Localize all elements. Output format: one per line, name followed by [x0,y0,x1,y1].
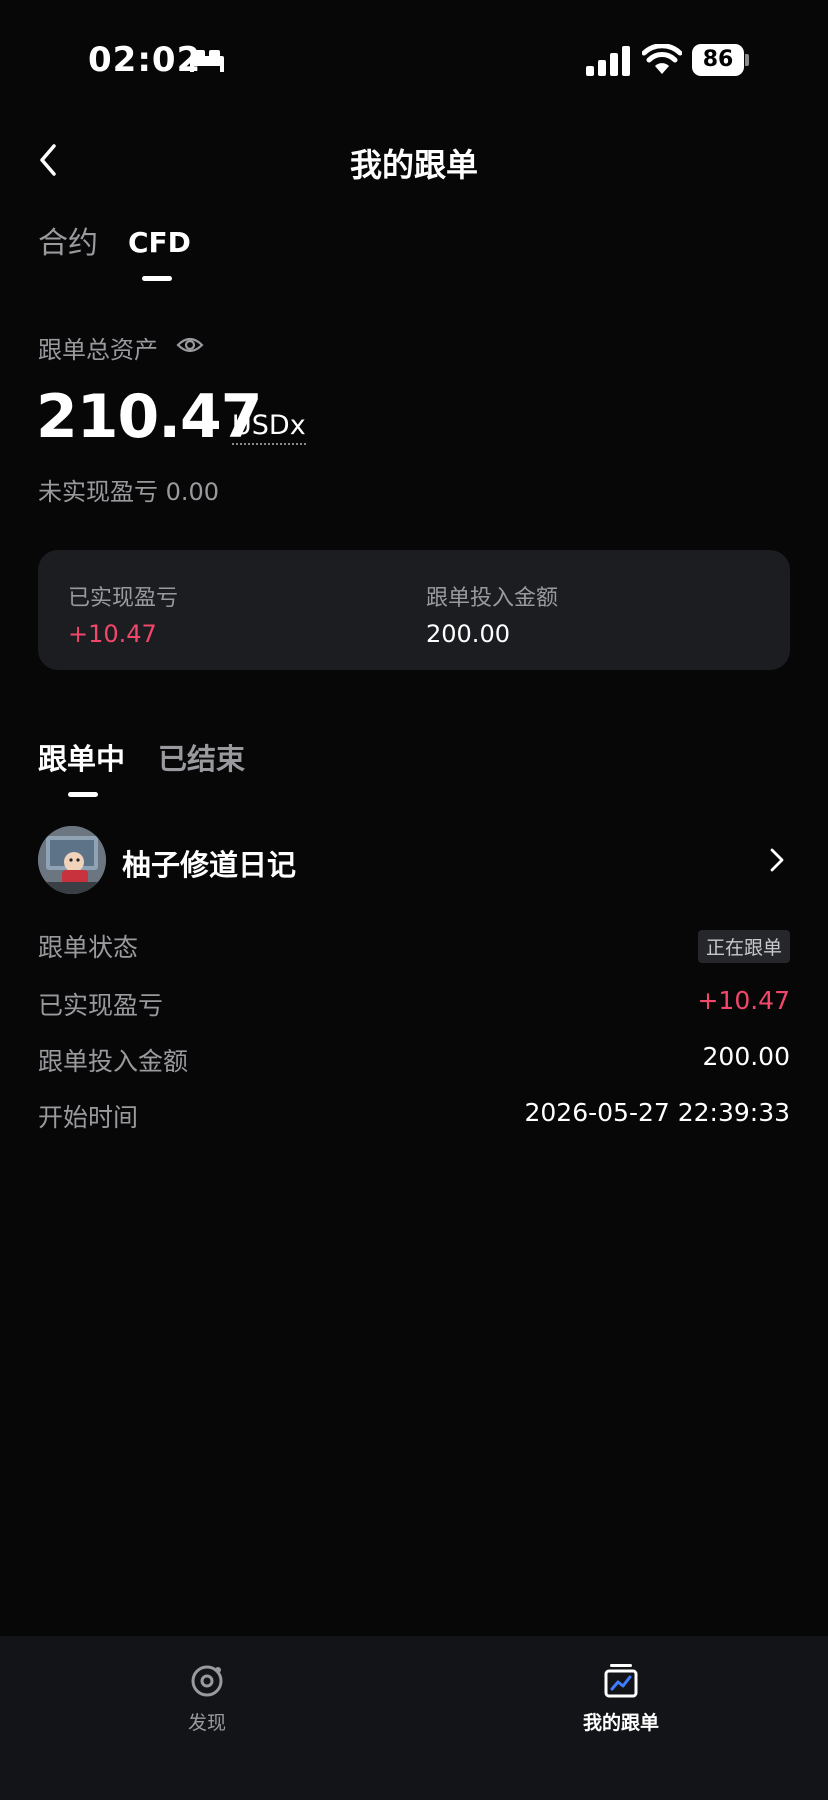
detail-invested-value: 200.00 [702,1042,790,1071]
bottom-navigation: 发现 我的跟单 [0,1636,828,1800]
detail-realized-label: 已实现盈亏 [38,991,164,1020]
copy-status-label: 跟单状态 [38,933,139,962]
discover-icon [191,1665,223,1697]
invested-amount-label: 跟单投入金额 [426,586,559,611]
detail-row-start-time: 开始时间 2026-05-27 22:39:33 [38,1094,790,1134]
wifi-icon [642,44,682,74]
status-bar: 02:02 86 [0,0,828,110]
summary-card: 已实现盈亏 +10.47 跟单投入金额 200.00 [38,550,790,670]
my-copy-trade-icon [604,1664,638,1698]
tab-copying[interactable]: 跟单中 [38,736,125,778]
realized-pnl-value: +10.47 [68,620,157,648]
tab-contract[interactable]: 合约 [38,218,98,262]
tab-cfd[interactable]: CFD [128,226,191,259]
trader-name: 柚子修道日记 [122,848,297,882]
chevron-right-icon[interactable] [768,846,786,874]
page-title: 我的跟单 [349,146,478,184]
detail-realized-value: +10.47 [697,986,790,1015]
currency-unit[interactable]: USDx [232,410,306,445]
active-section-indicator [68,792,98,797]
invested-amount-column: 跟单投入金额 200.00 [426,580,558,648]
active-tab-indicator [142,276,172,281]
battery-indicator: 86 [692,44,749,76]
status-time: 02:02 [88,40,202,80]
battery-tip [745,54,749,66]
nav-discover-label: 发现 [187,1712,226,1734]
detail-row-realized: 已实现盈亏 +10.47 [38,982,790,1022]
nav-discover[interactable]: 发现 [107,1660,307,1735]
unrealized-pnl: 未实现盈亏 0.00 [38,478,220,506]
status-badge: 正在跟单 [697,930,790,963]
nav-my-copy-trade-label: 我的跟单 [582,1712,659,1734]
detail-invested-label: 跟单投入金额 [38,1047,189,1076]
cellular-signal-icon [586,46,630,76]
start-time-label: 开始时间 [38,1103,139,1132]
battery-level: 86 [692,44,744,76]
nav-my-copy-trade[interactable]: 我的跟单 [521,1660,721,1735]
avatar [38,826,106,894]
total-assets-value: 210.47 [36,382,263,452]
avatar-image [38,826,106,894]
detail-row-invested: 跟单投入金额 200.00 [38,1038,790,1078]
start-time-value: 2026-05-27 22:39:33 [524,1098,790,1127]
detail-row-status: 跟单状态 正在跟单 [38,924,790,964]
realized-pnl-column: 已实现盈亏 +10.47 [68,580,178,648]
sleep-focus-icon [190,50,224,72]
eye-icon[interactable] [176,334,204,356]
total-assets-label: 跟单总资产 [38,336,158,364]
trader-row[interactable]: 柚子修道日记 [38,826,790,896]
realized-pnl-label: 已实现盈亏 [68,586,179,611]
invested-amount-value: 200.00 [426,620,510,648]
tab-ended[interactable]: 已结束 [158,736,245,778]
page-header: 我的跟单 [0,130,828,190]
